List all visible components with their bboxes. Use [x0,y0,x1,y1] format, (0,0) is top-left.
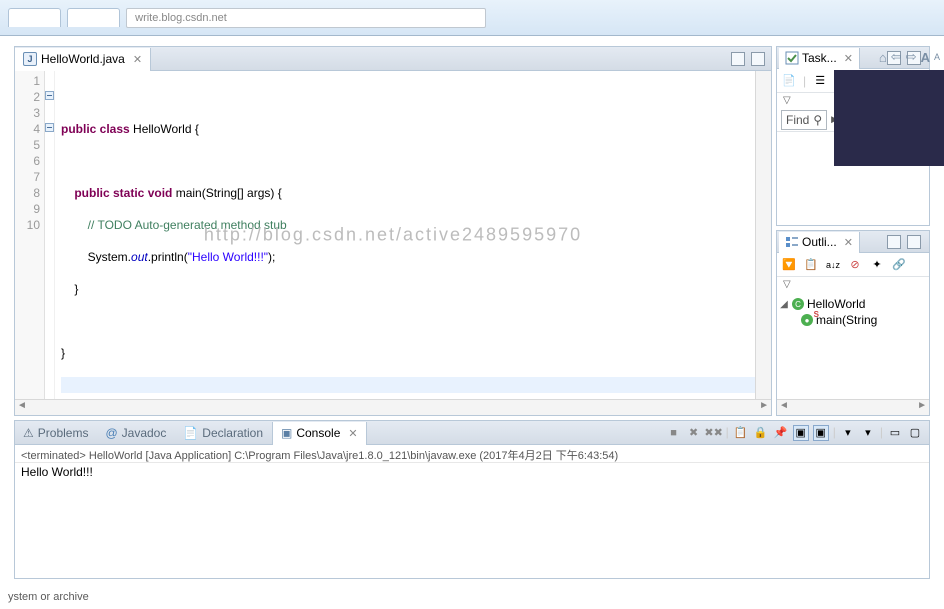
bottom-pane: ⚠ Problems @ Javadoc 📄 Declaration ▣ Con… [14,420,930,579]
chevron-down-icon[interactable]: ◢ [779,299,789,310]
terminate-icon[interactable]: ■ [666,425,682,441]
editor-tab-title: HelloWorld.java [41,52,125,66]
tab-problems[interactable]: ⚠ Problems [15,421,97,444]
code-text[interactable]: public class HelloWorld { public static … [55,71,755,399]
minimized-view-panel[interactable] [834,70,944,166]
minimize-view-icon[interactable] [731,52,745,66]
scroll-lock-icon[interactable]: 🔒 [753,425,769,441]
back-icon[interactable]: ⇦ [891,49,902,65]
tree-view-icon[interactable]: ☰ [812,73,828,89]
hide-fields-icon[interactable]: 📋 [803,257,819,273]
folding-gutter[interactable] [45,71,55,399]
font-icon[interactable]: A [921,50,930,65]
font-small-icon[interactable]: A [934,52,940,62]
forward-icon[interactable]: ⇨ [906,49,917,65]
console-output[interactable]: Hello World!!! [15,463,929,578]
new-task-icon[interactable]: 📄 [781,73,797,89]
home-icon[interactable]: ⌂ [879,50,887,65]
browser-tab-2[interactable] [67,8,120,27]
editor-tab-helloworld[interactable]: J HelloWorld.java ✕ [15,48,151,71]
tasks-icon [785,51,799,65]
sort-icon[interactable]: 🔽 [781,257,797,273]
remove-all-icon[interactable]: ✖✖ [706,425,722,441]
search-icon: ⚲ [813,113,822,127]
class-icon: C [792,298,804,310]
java-file-icon: J [23,52,37,66]
status-bar: ystem or archive [0,589,944,609]
tab-javadoc[interactable]: @ Javadoc [97,421,175,444]
open-console-icon[interactable]: ▣ [813,425,829,441]
code-editor[interactable]: 12345678910 public class HelloWorld { pu… [15,71,771,399]
editor-hscrollbar[interactable] [15,399,771,415]
method-icon: ●S [801,314,813,326]
editor-vscrollbar[interactable] [755,71,771,399]
display-selected-icon[interactable]: ▣ [793,425,809,441]
tab-declaration[interactable]: 📄 Declaration [175,421,272,444]
console-icon: ▣ [281,426,292,440]
close-icon[interactable]: ✕ [348,427,357,440]
browser-tab[interactable] [8,8,61,27]
browser-chrome: write.blog.csdn.net [0,0,944,36]
pin-console-icon[interactable]: 📌 [773,425,789,441]
url-bar[interactable]: write.blog.csdn.net [126,8,486,28]
console-termination-line: <terminated> HelloWorld [Java Applicatio… [15,445,929,463]
editor-tab-row: J HelloWorld.java ✕ [15,47,771,71]
clear-console-icon[interactable]: 📋 [733,425,749,441]
editor-pane: J HelloWorld.java ✕ 12345678910 [14,46,772,416]
problems-icon: ⚠ [23,426,34,440]
line-number-gutter: 12345678910 [15,71,45,399]
perspective-strip: ⌂ ⇦ ⇨ A A [834,46,944,579]
declaration-icon: 📄 [183,426,198,440]
remove-launch-icon[interactable]: ✖ [686,425,702,441]
find-input[interactable]: Find ⚲ [781,110,827,130]
maximize-view-icon[interactable] [751,52,765,66]
javadoc-icon: @ [105,426,117,440]
close-icon[interactable]: ✕ [133,53,142,66]
tab-console[interactable]: ▣ Console ✕ [272,422,367,445]
outline-icon [785,235,799,249]
